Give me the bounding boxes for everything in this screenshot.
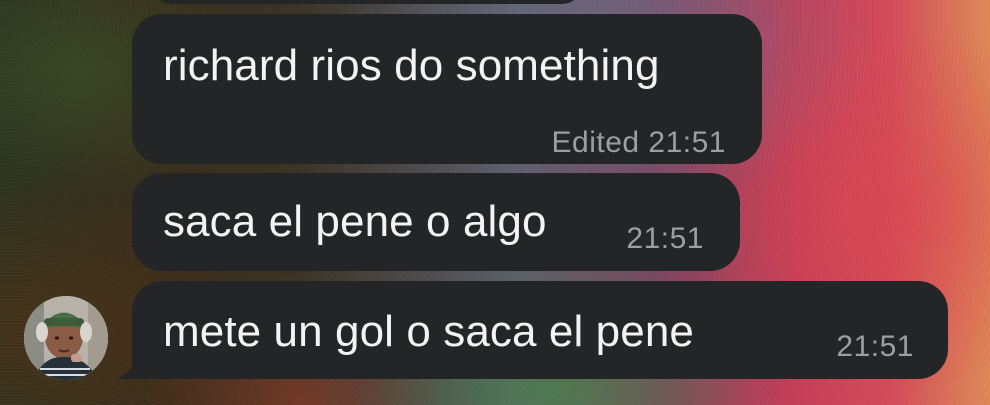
previous-message-bubble[interactable] (152, 0, 582, 4)
message-timestamp: 21:51 (836, 330, 914, 363)
message-text: richard rios do something (163, 41, 660, 90)
user-avatar-icon (24, 296, 108, 380)
message-text: saca el pene o algo (163, 197, 547, 246)
message-timestamp: Edited 21:51 (551, 126, 726, 159)
message-bubble[interactable]: saca el pene o algo 21:51 (132, 173, 740, 271)
message-timestamp: 21:51 (626, 222, 704, 255)
message-bubble[interactable]: richard rios do something Edited 21:51 (132, 14, 762, 164)
user-avatar[interactable] (24, 296, 108, 380)
message-text: mete un gol o saca el pene (163, 307, 694, 356)
message-bubble[interactable]: mete un gol o saca el pene 21:51 (118, 281, 948, 379)
